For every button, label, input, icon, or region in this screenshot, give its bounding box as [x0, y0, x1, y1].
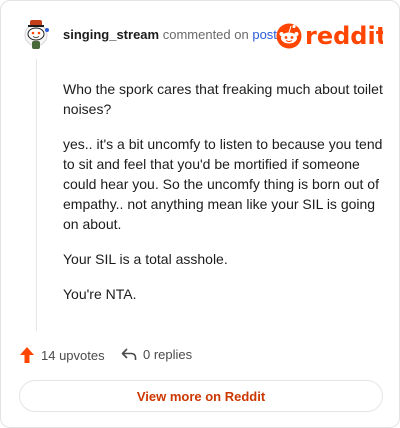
comment-paragraph: You're NTA.: [63, 286, 137, 302]
embedded-comment-card: singing_stream commented on post reddit …: [0, 0, 400, 428]
comment-paragraph: Your SIL is a total asshole.: [63, 251, 228, 267]
reply-button[interactable]: 0 replies: [121, 346, 192, 362]
snoo-avatar-icon[interactable]: [21, 17, 51, 51]
commented-on-label: commented on: [162, 27, 249, 42]
view-more-on-reddit-button[interactable]: View more on Reddit: [19, 380, 383, 412]
comment-body: Who the spork cares that freaking much a…: [63, 79, 383, 319]
upvotes-count: 14 upvotes: [41, 347, 105, 363]
replies-count: 0 replies: [143, 346, 193, 362]
comment-paragraph: Who the spork cares that freaking much a…: [63, 81, 383, 117]
comment-byline: singing_stream commented on post: [63, 27, 277, 43]
post-link[interactable]: post: [252, 27, 277, 42]
reply-arrow-icon: [121, 348, 137, 360]
comment-header: singing_stream commented on post reddit: [17, 15, 383, 51]
username[interactable]: singing_stream: [63, 27, 159, 42]
comment-paragraph: yes.. it's a bit uncomfy to listen to be…: [63, 136, 383, 232]
reddit-wordmark: reddit: [305, 22, 383, 50]
reddit-logo-icon[interactable]: reddit: [275, 19, 383, 51]
thread-line: [36, 59, 37, 331]
upvote-button[interactable]: 14 upvotes: [19, 346, 105, 364]
upvote-arrow-icon: [20, 347, 34, 363]
